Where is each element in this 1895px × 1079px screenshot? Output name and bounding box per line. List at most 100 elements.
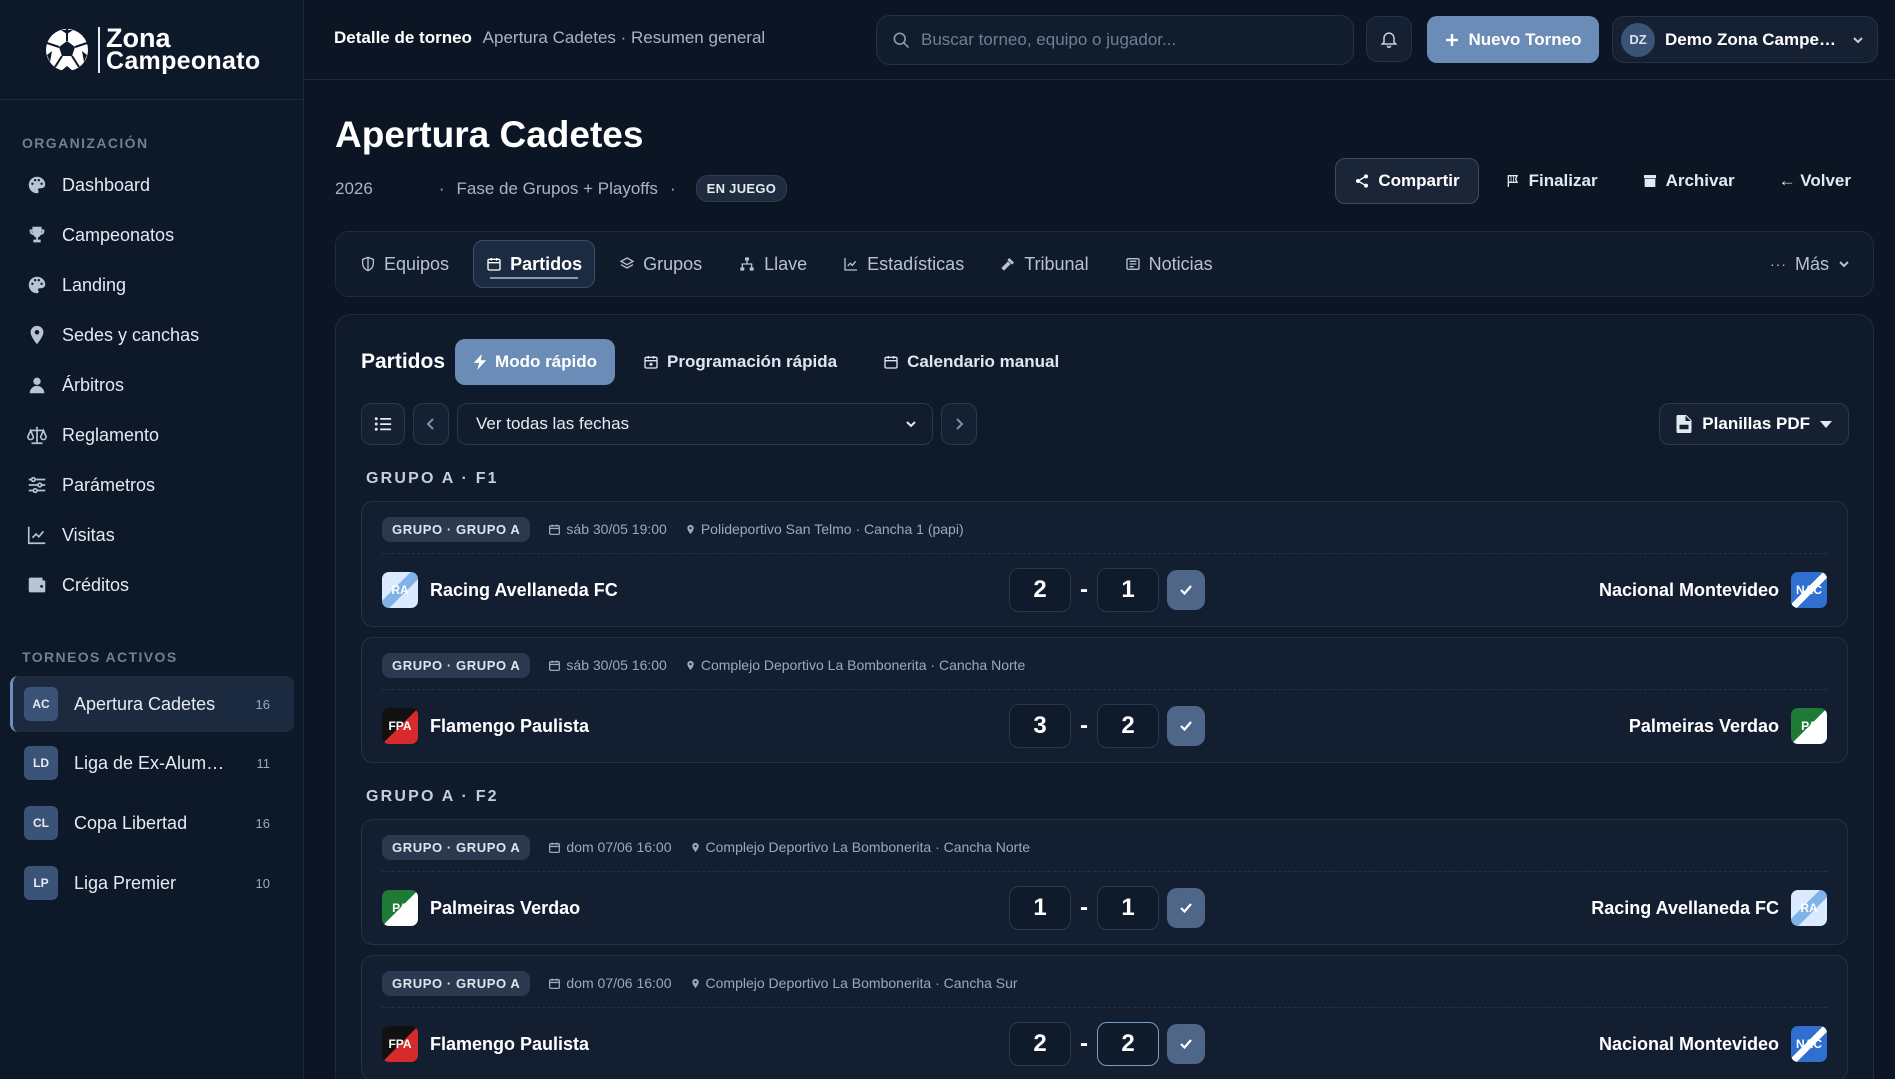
date-filter-select[interactable]: Ver todas las fechas	[457, 403, 933, 445]
share-icon	[1356, 174, 1369, 188]
sidebar-item-label: Árbitros	[62, 374, 125, 395]
matches-header: Partidos Modo rápido Programación rápida…	[361, 339, 1087, 385]
newspaper-icon	[1125, 258, 1140, 270]
match-meta: GRUPO · GRUPO A dom 07/06 16:00 Complejo…	[382, 834, 1827, 860]
away-team: Nacional Montevideo NAC	[1599, 1026, 1827, 1062]
notifications-button[interactable]	[1366, 16, 1412, 62]
tournament-avatar: AC	[24, 687, 58, 721]
match-venue-text: Complejo Deportivo La Bombonerita · Canc…	[705, 975, 1018, 991]
away-score-input[interactable]: 2	[1097, 1022, 1159, 1066]
search-input[interactable]	[921, 30, 1341, 50]
match-card: GRUPO · GRUPO A sáb 30/05 16:00 Complejo…	[361, 637, 1848, 763]
map-pin-icon	[687, 524, 694, 534]
sidebar-tournament-liga-premier[interactable]: LP Liga Premier 10	[10, 855, 294, 911]
tab-grupos[interactable]: Grupos	[607, 240, 714, 288]
confirm-score-button[interactable]	[1167, 888, 1205, 928]
team-logo: NAC	[1791, 1026, 1827, 1062]
prev-date-button[interactable]	[413, 403, 449, 445]
away-score-input[interactable]: 1	[1097, 886, 1159, 930]
score-editor: 3 - 2	[1009, 704, 1205, 748]
archive-label: Archivar	[1665, 171, 1735, 190]
home-score-input[interactable]: 1	[1009, 886, 1071, 930]
team-logo: PA	[1791, 708, 1827, 744]
mode-schedule-button[interactable]: Programación rápida	[625, 339, 855, 385]
map-pin-icon	[691, 842, 699, 852]
sidebar-tournament-liga-ex-alumnos[interactable]: LD Liga de Ex-Alumnos 11	[10, 735, 294, 791]
sidebar-item-dashboard[interactable]: Dashboard	[0, 160, 304, 210]
brand-logo[interactable]: Zona Campeonato	[0, 0, 303, 100]
chevron-down-icon	[1853, 36, 1863, 43]
tab-noticias[interactable]: Noticias	[1113, 240, 1225, 288]
share-label: Compartir	[1378, 171, 1460, 190]
away-score-input[interactable]: 1	[1097, 568, 1159, 612]
sidebar-item-campeonatos[interactable]: Campeonatos	[0, 210, 304, 260]
home-team: PA Palmeiras Verdao	[382, 890, 580, 926]
away-score-input[interactable]: 2	[1097, 704, 1159, 748]
sidebar-item-arbitros[interactable]: Árbitros	[0, 360, 304, 410]
score-editor: 1 - 1	[1009, 886, 1205, 930]
share-button[interactable]: Compartir	[1335, 158, 1479, 204]
match-meta: GRUPO · GRUPO A sáb 30/05 16:00 Complejo…	[382, 652, 1827, 678]
sidebar-item-landing[interactable]: Landing	[0, 260, 304, 310]
archive-icon	[1643, 175, 1656, 187]
map-pin-icon	[691, 978, 699, 988]
tab-partidos[interactable]: Partidos	[473, 240, 596, 288]
pdf-sheets-button[interactable]: Planillas PDF	[1659, 403, 1849, 445]
home-score-input[interactable]: 2	[1009, 568, 1071, 612]
list-view-button[interactable]	[361, 403, 405, 445]
mode-quick-button[interactable]: Modo rápido	[455, 339, 616, 385]
match-date-text: dom 07/06 16:00	[566, 975, 672, 991]
home-score-input[interactable]: 3	[1009, 704, 1071, 748]
team-logo: FPA	[382, 1026, 418, 1062]
sidebar-item-creditos[interactable]: Créditos	[0, 560, 304, 610]
user-menu[interactable]: DZ Demo Zona Campeonato	[1612, 16, 1878, 63]
confirm-score-button[interactable]	[1167, 1024, 1205, 1064]
sidebar-tournament-copa-libertad[interactable]: CL Copa Libertad 16	[10, 795, 294, 851]
pdf-label: Planillas PDF	[1702, 414, 1810, 433]
breadcrumb-section: Detalle de torneo	[334, 28, 472, 47]
match-date: sáb 30/05 16:00	[548, 657, 667, 673]
match-venue: Complejo Deportivo La Bombonerita · Canc…	[690, 839, 1030, 855]
logo-divider	[98, 26, 100, 73]
confirm-score-button[interactable]	[1167, 706, 1205, 746]
archive-button[interactable]: Archivar	[1624, 158, 1753, 204]
sidebar-item-parametros[interactable]: Parámetros	[0, 460, 304, 510]
finish-label: Finalizar	[1528, 171, 1598, 190]
home-score-input[interactable]: 2	[1009, 1022, 1071, 1066]
search-box	[876, 15, 1354, 65]
match-venue-text: Complejo Deportivo La Bombonerita · Canc…	[700, 657, 1026, 673]
trophy-icon	[29, 226, 45, 243]
tab-more[interactable]: ··· Más	[1770, 254, 1851, 275]
sidebar-item-visitas[interactable]: Visitas	[0, 510, 304, 560]
section-title-organization: ORGANIZACIÓN	[22, 135, 149, 151]
next-date-button[interactable]	[941, 403, 977, 445]
palette-icon	[28, 176, 46, 194]
group-badge: GRUPO · GRUPO A	[382, 652, 531, 678]
matches-panel: Partidos Modo rápido Programación rápida…	[335, 314, 1874, 1079]
mode-label: Programación rápida	[667, 352, 838, 371]
new-tournament-button[interactable]: Nuevo Torneo	[1427, 16, 1599, 63]
mode-manual-button[interactable]: Calendario manual	[865, 339, 1077, 385]
user-name: Demo Zona Campeonato	[1665, 29, 1843, 49]
tab-tribunal[interactable]: Tribunal	[988, 240, 1100, 288]
mode-label: Modo rápido	[495, 352, 598, 371]
sidebar-tournament-apertura-cadetes[interactable]: AC Apertura Cadetes 16	[10, 676, 294, 732]
tournament-tabs: Equipos Partidos Grupos Llave Estadístic…	[335, 231, 1874, 297]
tab-estadisticas[interactable]: Estadísticas	[831, 240, 976, 288]
tab-llave[interactable]: Llave	[726, 240, 819, 288]
tournament-count: 11	[256, 755, 271, 771]
wallet-icon	[28, 577, 46, 593]
finish-button[interactable]: Finalizar	[1487, 158, 1616, 204]
breadcrumb: Detalle de torneo Apertura Cadetes · Res…	[334, 28, 765, 48]
match-card: GRUPO · GRUPO A sáb 30/05 19:00 Polidepo…	[361, 501, 1848, 627]
tournament-avatar: LD	[24, 746, 58, 780]
confirm-score-button[interactable]	[1167, 570, 1205, 610]
sidebar-item-reglamento[interactable]: Reglamento	[0, 410, 304, 460]
tab-equipos[interactable]: Equipos	[348, 240, 461, 288]
back-button[interactable]: ← Volver	[1761, 158, 1869, 204]
sidebar-item-sedes[interactable]: Sedes y canchas	[0, 310, 304, 360]
calendar-icon	[487, 258, 501, 271]
team-name: Racing Avellaneda FC	[1591, 897, 1779, 918]
layers-icon	[619, 257, 635, 269]
matches-title: Partidos	[361, 350, 446, 373]
